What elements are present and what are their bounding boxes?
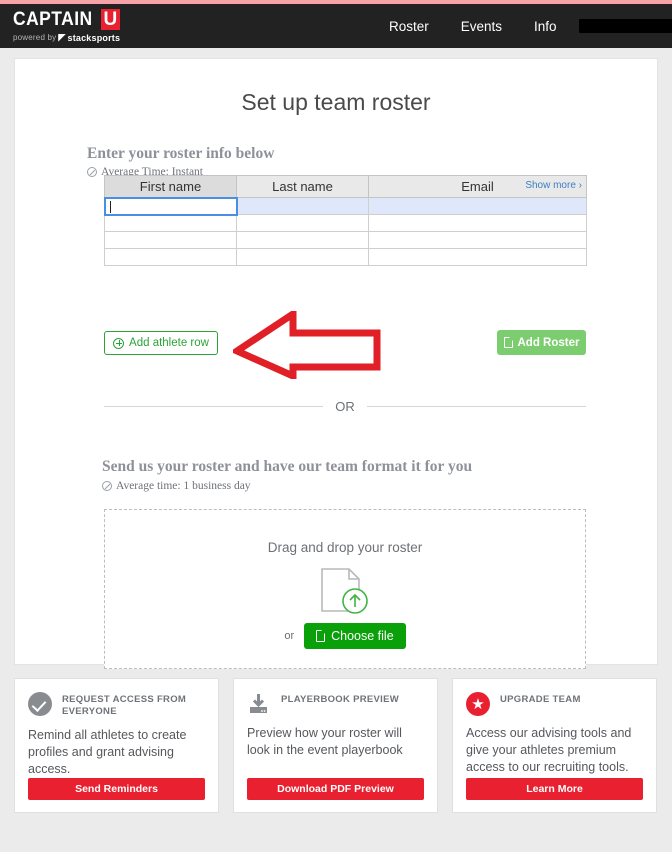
- annotation-left-arrow-icon: [233, 311, 381, 379]
- average-time-business-day-text: Average time: 1 business day: [116, 480, 251, 492]
- table-row[interactable]: [104, 214, 587, 232]
- cell-email[interactable]: [368, 248, 587, 266]
- logo-badge-u: U: [100, 9, 121, 30]
- first-name-input[interactable]: [104, 197, 238, 216]
- column-header-last-name[interactable]: Last name: [236, 175, 369, 198]
- column-header-first-name[interactable]: First name: [104, 175, 237, 198]
- table-header-row: First name Last name Email Show more ›: [104, 175, 587, 198]
- card-header: REQUEST ACCESS FROM EVERYONE: [28, 692, 205, 718]
- card-header: ★ UPGRADE TEAM: [466, 692, 643, 716]
- card-title: UPGRADE TEAM: [500, 694, 581, 705]
- file-upload-icon: [321, 568, 368, 614]
- card-request-access: REQUEST ACCESS FROM EVERYONE Remind all …: [14, 678, 219, 813]
- card-title: PLAYERBOOK PREVIEW: [281, 694, 400, 705]
- cell-last-name[interactable]: [236, 214, 369, 232]
- card-playerbook-preview: PLAYERBOOK PREVIEW Preview how your rost…: [233, 678, 438, 813]
- card-upgrade-team: ★ UPGRADE TEAM Access our advising tools…: [452, 678, 657, 813]
- add-athlete-row-button[interactable]: Add athlete row: [104, 331, 218, 355]
- document-icon: [503, 336, 513, 348]
- logo-text: CAPTAIN: [13, 9, 93, 30]
- main-content-card: Set up team roster Enter your roster inf…: [14, 58, 658, 669]
- page-title: Set up team roster: [241, 89, 431, 115]
- roster-table: First name Last name Email Show more ›: [104, 175, 587, 266]
- cell-last-name[interactable]: [236, 197, 369, 215]
- powered-by-text: powered by: [13, 33, 57, 42]
- section-heading-upload: Send us your roster and have our team fo…: [102, 458, 473, 475]
- logo-wordmark: CAPTAIN U: [13, 9, 121, 30]
- user-menu[interactable]: [578, 19, 672, 33]
- cell-first-name[interactable]: [104, 214, 237, 232]
- card-header: PLAYERBOOK PREVIEW: [247, 692, 424, 716]
- cell-last-name[interactable]: [236, 231, 369, 249]
- cell-first-name-focused[interactable]: [104, 197, 238, 216]
- document-icon: [316, 629, 326, 642]
- top-navigation-bar: CAPTAIN U powered by ◤ stacksports Roste…: [0, 4, 672, 48]
- clock-icon: [102, 481, 112, 491]
- cell-last-name[interactable]: [236, 248, 369, 266]
- promo-cards-row: REQUEST ACCESS FROM EVERYONE Remind all …: [14, 678, 658, 813]
- cell-email[interactable]: [368, 231, 587, 249]
- stacksports-mark-icon: ◤: [58, 32, 66, 42]
- add-roster-button[interactable]: Add Roster: [497, 330, 586, 355]
- average-time-business-day: Average time: 1 business day: [102, 480, 251, 492]
- choose-file-row: or Choose file: [284, 623, 406, 649]
- card-description: Access our advising tools and give your …: [466, 726, 632, 774]
- nav-item-events[interactable]: Events: [445, 19, 518, 34]
- table-row[interactable]: [104, 231, 587, 249]
- nav-item-info[interactable]: Info: [518, 19, 573, 34]
- download-pdf-preview-button[interactable]: Download PDF Preview: [247, 778, 424, 800]
- add-roster-label: Add Roster: [517, 336, 580, 349]
- clock-icon: [87, 167, 97, 177]
- plus-circle-icon: [113, 337, 125, 349]
- file-dropzone[interactable]: Drag and drop your roster or Choose file: [104, 509, 586, 669]
- cell-email[interactable]: [368, 197, 587, 215]
- logo-powered-by: powered by ◤ stacksports: [13, 32, 120, 43]
- dropzone-or-label: or: [284, 630, 295, 642]
- column-header-email[interactable]: Email Show more ›: [368, 175, 587, 198]
- cell-email[interactable]: [368, 214, 587, 232]
- show-more-link[interactable]: Show more ›: [525, 180, 582, 191]
- choose-file-button[interactable]: Choose file: [304, 623, 406, 649]
- card-title: REQUEST ACCESS FROM EVERYONE: [62, 694, 187, 717]
- or-label: OR: [335, 399, 355, 414]
- add-athlete-row-label: Add athlete row: [129, 337, 209, 349]
- divider-line-left: [104, 406, 324, 407]
- send-reminders-button[interactable]: Send Reminders: [28, 778, 205, 800]
- dropzone-instruction: Drag and drop your roster: [267, 540, 423, 555]
- nav-item-roster[interactable]: Roster: [373, 19, 445, 34]
- column-header-email-label: Email: [461, 179, 494, 194]
- table-row[interactable]: [104, 197, 587, 216]
- user-name-redacted: [578, 19, 672, 33]
- site-logo[interactable]: CAPTAIN U powered by ◤ stacksports: [13, 9, 121, 43]
- stacksports-brand-text: stacksports: [67, 32, 121, 43]
- card-description: Remind all athletes to create profiles a…: [28, 728, 187, 776]
- text-cursor-icon: [110, 200, 111, 213]
- divider-line-right: [366, 406, 586, 407]
- download-icon: [250, 694, 267, 713]
- primary-nav: Roster Events Info: [373, 4, 672, 48]
- choose-file-label: Choose file: [331, 629, 394, 643]
- check-circle-icon: [28, 692, 52, 716]
- or-divider: OR: [104, 399, 586, 414]
- table-row[interactable]: [104, 248, 587, 266]
- learn-more-button[interactable]: Learn More: [466, 778, 643, 800]
- cell-first-name[interactable]: [104, 248, 237, 266]
- star-circle-icon: ★: [466, 692, 490, 716]
- card-description: Preview how your roster will look in the…: [247, 726, 403, 757]
- section-heading-manual-entry: Enter your roster info below: [87, 145, 275, 162]
- cell-first-name[interactable]: [104, 231, 237, 249]
